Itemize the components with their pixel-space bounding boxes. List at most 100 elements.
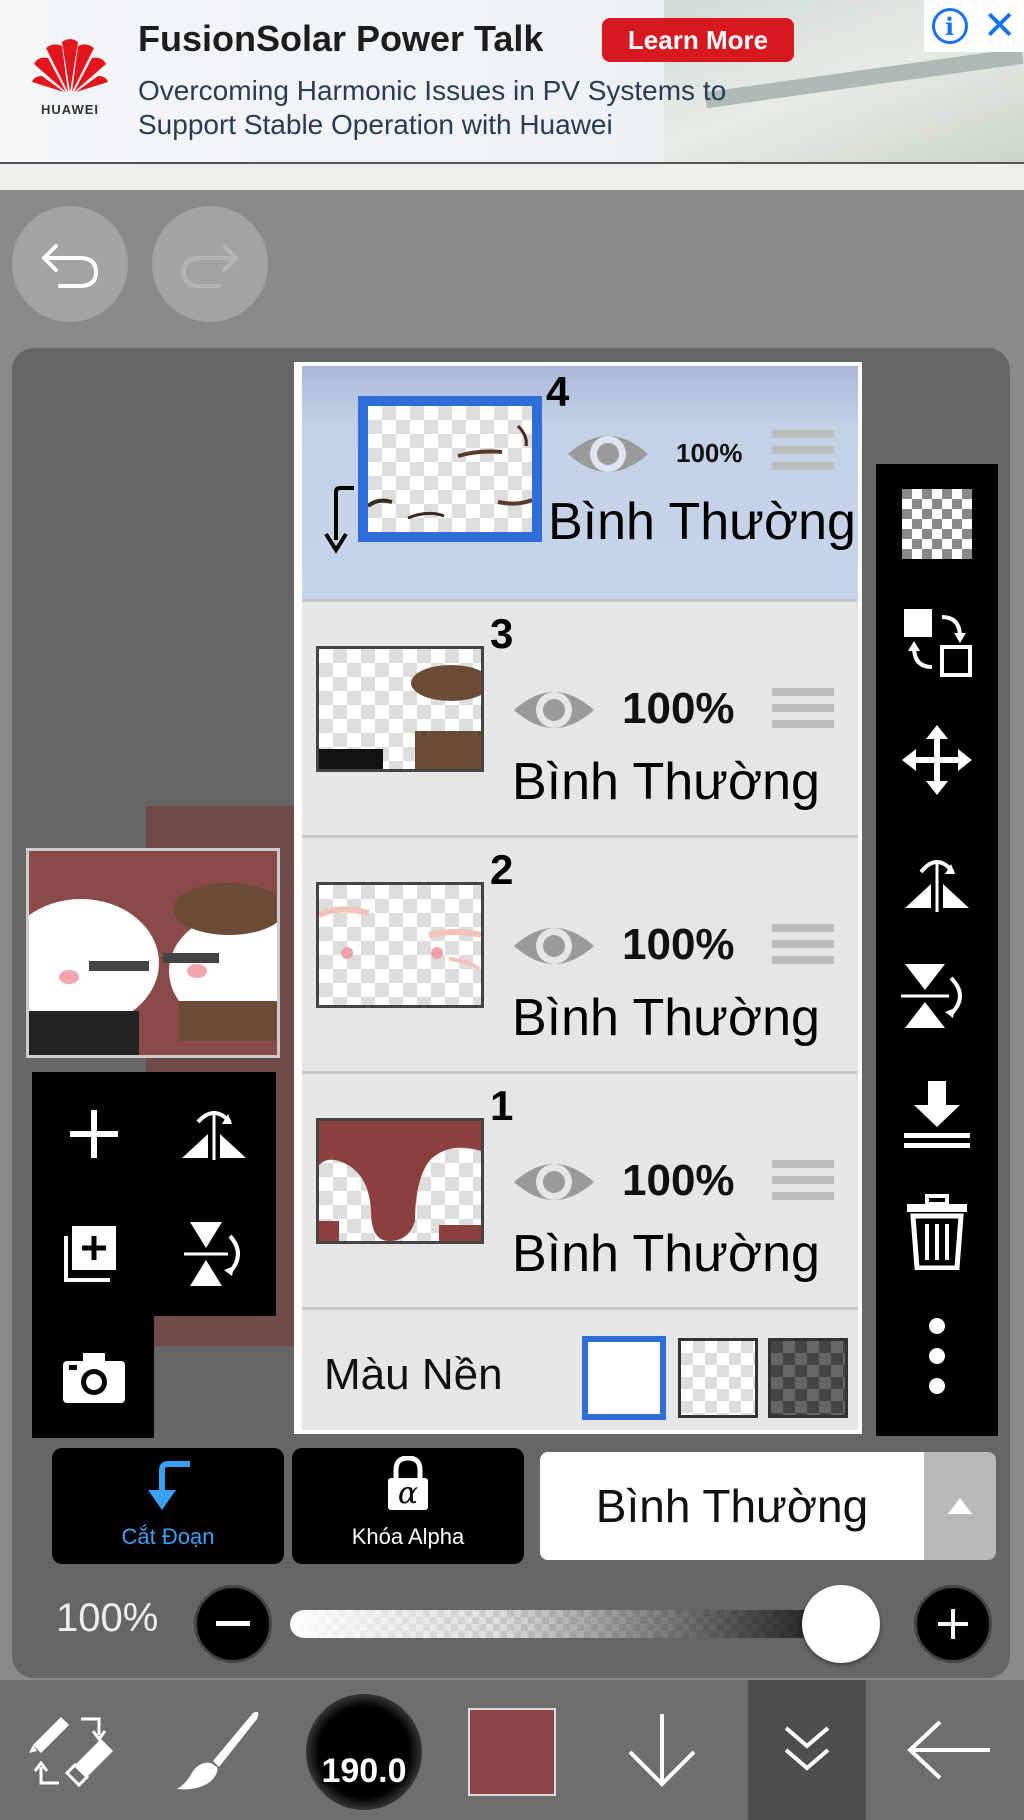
clipping-label: Cắt Đoạn — [121, 1524, 215, 1549]
layer-number: 4 — [546, 368, 570, 415]
opacity-decrease-button[interactable] — [194, 1585, 272, 1663]
blend-mode-dropdown-button[interactable] — [924, 1452, 996, 1560]
plus-icon — [938, 1609, 968, 1639]
move-icon — [902, 725, 972, 795]
layer-blend-mode: Bình Thường — [512, 989, 820, 1047]
ad-separator — [0, 162, 1024, 190]
move-layer-button[interactable] — [897, 720, 977, 800]
layer-number: 1 — [490, 1082, 514, 1129]
minus-icon — [216, 1621, 250, 1626]
flip-vertical-layer-button[interactable] — [897, 956, 977, 1036]
arrow-left-icon — [907, 1720, 990, 1780]
alpha-symbol: α — [397, 1476, 419, 1511]
flip-horizontal-icon — [182, 1111, 246, 1160]
brush-tool-button[interactable] — [168, 1680, 268, 1820]
undo-icon — [42, 244, 99, 288]
background-dark-swatch[interactable] — [768, 1338, 848, 1418]
clipping-button[interactable]: Cắt Đoạn — [52, 1448, 284, 1564]
layer-number: 2 — [490, 846, 514, 893]
blend-mode-select[interactable]: Bình Thường — [540, 1452, 924, 1560]
flip-horizontal-icon — [905, 860, 969, 912]
back-button[interactable] — [894, 1680, 1004, 1820]
background-label: Màu Nền — [324, 1350, 503, 1399]
ad-line-2: Support Stable Operation with Huawei — [138, 109, 613, 140]
ad-banner[interactable]: HUAWEI FusionSolar Power Talk Learn More… — [0, 0, 1024, 162]
brush-eraser-swap-icon — [29, 1717, 113, 1788]
background-transparent-swatch[interactable] — [678, 1338, 758, 1418]
layer-blend-mode: Bình Thường — [548, 493, 856, 551]
duplicate-layer-button[interactable] — [44, 1204, 144, 1304]
layer-number: 3 — [490, 610, 514, 657]
undo-button[interactable] — [12, 206, 128, 322]
layer-3-content — [319, 665, 481, 769]
checker-icon — [902, 489, 972, 559]
opacity-slider-knob[interactable] — [802, 1585, 880, 1663]
learn-more-button[interactable]: Learn More — [602, 18, 794, 62]
eye-icon[interactable] — [512, 1154, 596, 1210]
tool-switch-button[interactable] — [20, 1680, 120, 1820]
arrow-down-icon — [628, 1714, 696, 1787]
layer-opacity: 100% — [676, 438, 743, 468]
layer-tools-palette — [32, 1072, 276, 1316]
transparent-fill-button[interactable] — [897, 484, 977, 564]
ad-close-icon[interactable]: ✕ — [983, 6, 1017, 46]
layer-row-3[interactable]: 3 100% Bình Thường — [302, 602, 858, 838]
layer-thumbnail[interactable] — [316, 882, 484, 1008]
alpha-lock-label: Khóa Alpha — [351, 1524, 465, 1549]
opacity-increase-button[interactable] — [914, 1585, 992, 1663]
eye-icon[interactable] — [566, 426, 650, 482]
alpha-lock-button[interactable]: α Khóa Alpha — [292, 1448, 524, 1564]
add-layer-button[interactable] — [44, 1084, 144, 1184]
duplicate-icon — [64, 1226, 116, 1282]
ad-brand: HUAWEI — [41, 102, 99, 117]
ad-info-icon[interactable]: i — [931, 8, 968, 44]
camera-icon — [63, 1353, 125, 1403]
flip-horizontal-button[interactable] — [164, 1084, 264, 1184]
more-options-button[interactable] — [897, 1316, 977, 1396]
current-color-swatch[interactable] — [468, 1708, 556, 1796]
drag-handle-icon[interactable] — [772, 688, 834, 738]
layer-thumbnail[interactable] — [358, 396, 542, 542]
flip-horizontal-layer-button[interactable] — [897, 838, 977, 918]
layer-row-4[interactable]: 4 100% Bình Thường — [302, 366, 858, 602]
eye-icon[interactable] — [512, 918, 596, 974]
ad-line-1: Overcoming Harmonic Issues in PV Systems… — [138, 75, 727, 106]
flip-vertical-button[interactable] — [164, 1204, 264, 1304]
layer-4-content — [368, 424, 532, 520]
drag-handle-icon[interactable] — [772, 430, 834, 480]
layer-row-1[interactable]: 1 100% Bình Thường — [302, 1074, 858, 1310]
layer-opacity: 100% — [622, 1156, 735, 1205]
merge-down-button[interactable] — [897, 1074, 977, 1154]
flip-vertical-icon — [901, 964, 962, 1028]
drag-handle-icon[interactable] — [772, 924, 834, 974]
drag-handle-icon[interactable] — [772, 1160, 834, 1210]
layer-2-content — [319, 906, 481, 971]
layers-toggle-button[interactable] — [748, 1680, 866, 1820]
camera-button[interactable] — [44, 1328, 144, 1428]
delete-layer-button[interactable] — [897, 1192, 977, 1272]
brush-icon — [177, 1711, 259, 1790]
opacity-slider-track[interactable] — [290, 1610, 880, 1638]
redo-icon — [181, 244, 238, 288]
swap-layer-button[interactable] — [897, 602, 977, 682]
layer-down-button[interactable] — [612, 1680, 712, 1820]
layer-blend-mode: Bình Thường — [512, 1225, 820, 1283]
ad-description: Overcoming Harmonic Issues in PV Systems… — [138, 74, 726, 142]
trash-icon — [907, 1194, 967, 1270]
background-white-swatch[interactable] — [582, 1336, 666, 1420]
background-color-row: Màu Nền — [302, 1310, 858, 1430]
ad-controls: i ✕ — [924, 0, 1024, 52]
layer-row-2[interactable]: 2 100% Bình Thường — [302, 838, 858, 1074]
eye-icon[interactable] — [512, 682, 596, 738]
artwork-preview — [29, 851, 277, 1055]
layer-thumbnail[interactable] — [316, 1118, 484, 1244]
swap-icon — [904, 609, 972, 677]
redo-button[interactable] — [152, 206, 268, 322]
plus-icon — [70, 1110, 118, 1158]
canvas-preview-thumbnail[interactable] — [26, 848, 280, 1058]
layer-1-content — [319, 1121, 481, 1241]
layer-thumbnail[interactable] — [316, 646, 484, 772]
flip-vertical-icon — [184, 1222, 240, 1286]
double-chevron-down-icon — [784, 1726, 830, 1771]
layer-opacity-value: 100% — [56, 1596, 159, 1640]
